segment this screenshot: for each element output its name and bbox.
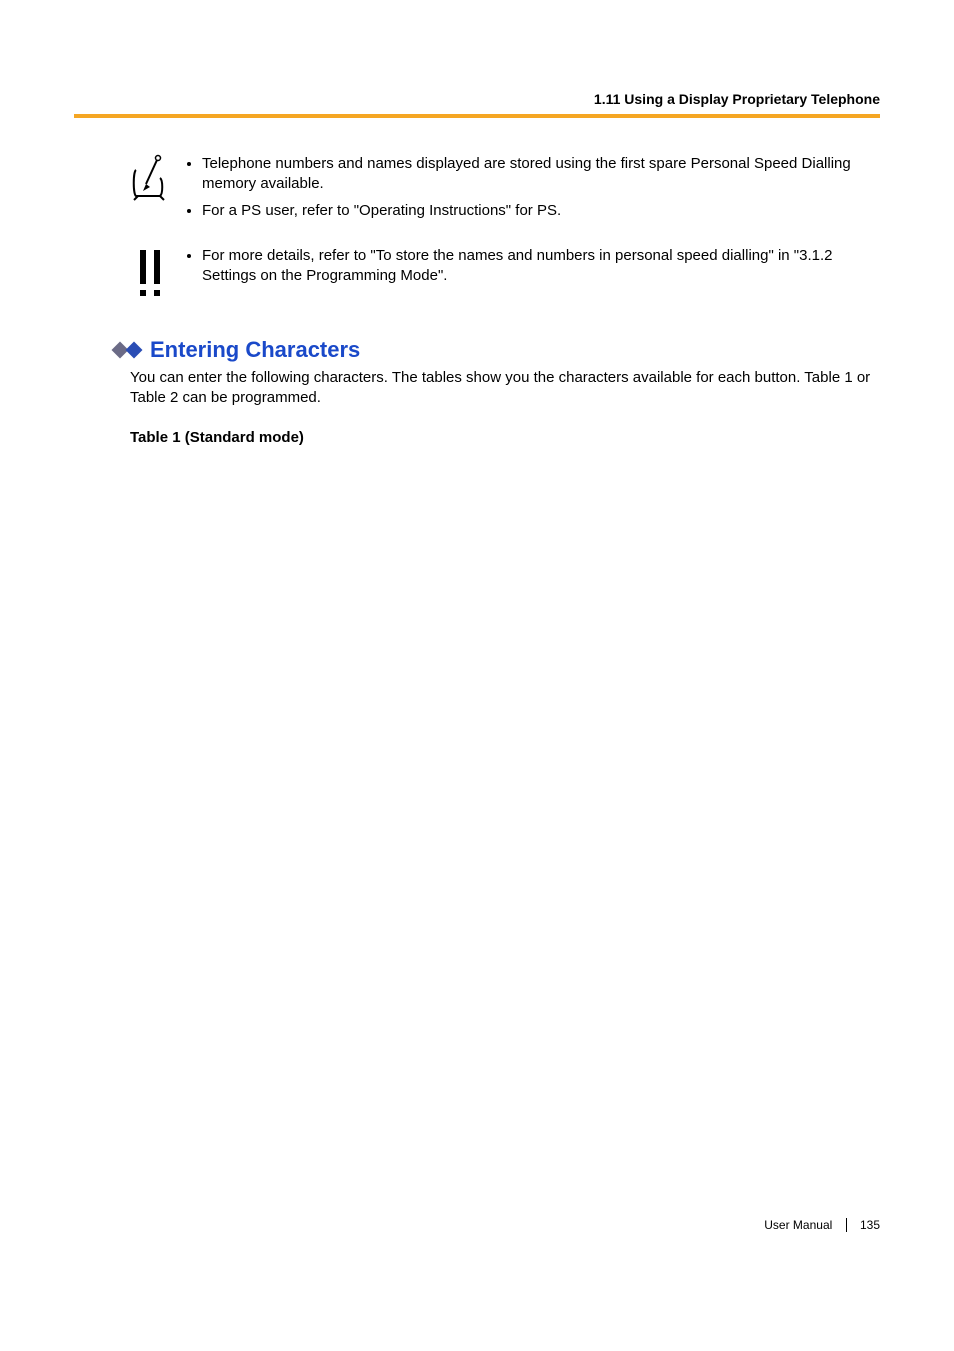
note-pencil-item: Telephone numbers and names displayed ar…: [202, 154, 874, 195]
note-pencil-icon: [130, 154, 172, 208]
page-header-breadcrumb: 1.11 Using a Display Proprietary Telepho…: [74, 90, 880, 109]
section-title: Entering Characters: [150, 335, 360, 365]
note-pencil-item: For a PS user, refer to "Operating Instr…: [202, 201, 874, 221]
note-important-icon: [134, 246, 166, 308]
table-caption: Table 1 (Standard mode): [130, 428, 304, 448]
header-rule: [74, 114, 880, 118]
note-important-list: For more details, refer to "To store the…: [130, 246, 874, 287]
section-diamonds-icon: [114, 344, 140, 356]
footer-label: User Manual: [764, 1218, 832, 1232]
page-footer: User Manual 135: [764, 1217, 880, 1233]
note-important-item: For more details, refer to "To store the…: [202, 246, 874, 287]
footer-page-number: 135: [860, 1218, 880, 1232]
section-paragraph: You can enter the following characters. …: [130, 368, 874, 409]
note-pencil-list: Telephone numbers and names displayed ar…: [130, 154, 874, 221]
